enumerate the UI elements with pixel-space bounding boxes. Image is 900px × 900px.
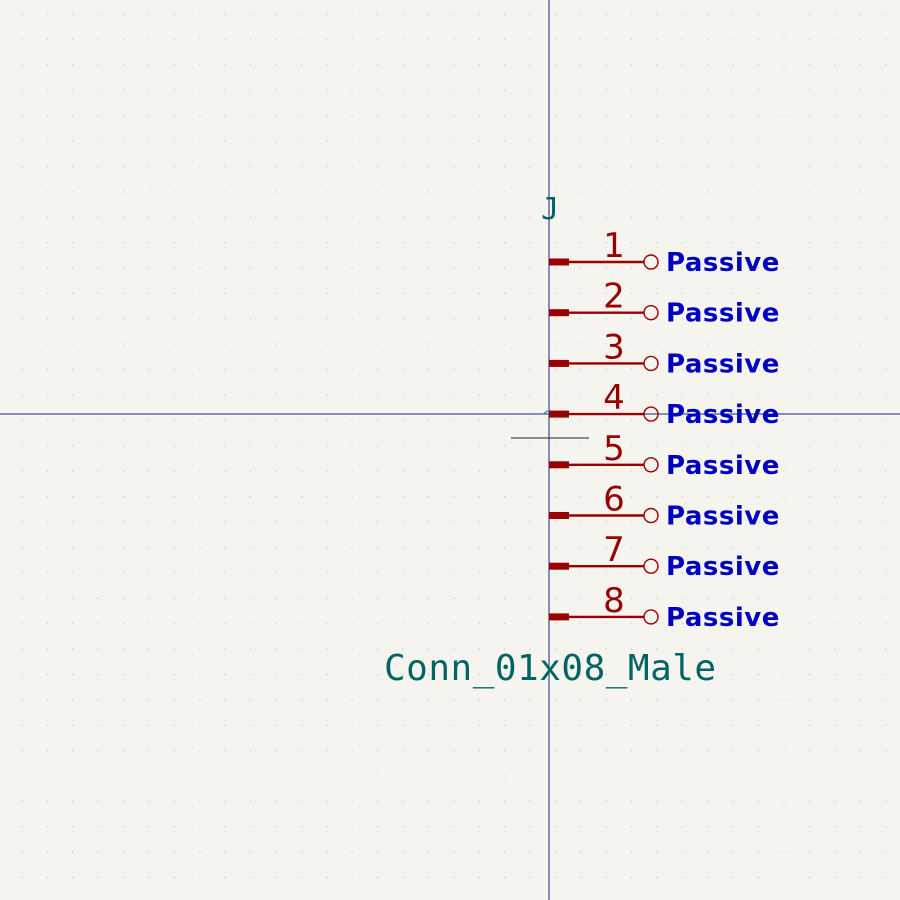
pin-number: 4 xyxy=(603,378,625,418)
pin-electrical-type: Passive xyxy=(666,400,780,430)
pin-number: 7 xyxy=(603,530,625,570)
pin-electrical-type: Passive xyxy=(666,349,780,379)
schematic-canvas[interactable]: J 1 Passive 2 Passive 3 Passive 4 Passive 5 Passi… xyxy=(0,0,900,900)
pin-body-stub xyxy=(549,359,569,367)
pin-body-stub xyxy=(549,512,569,519)
pin-electrical-type: Passive xyxy=(666,603,780,633)
pin-electrical-type: Passive xyxy=(666,502,780,532)
pin-electrical-type: Passive xyxy=(666,552,780,582)
pin-number: 3 xyxy=(603,327,625,367)
reference-designator[interactable]: J xyxy=(541,192,559,227)
symbol-value[interactable]: Conn_01x08_Male xyxy=(384,648,717,689)
pin-electrical-type: Passive xyxy=(666,451,780,481)
pin-body-stub xyxy=(549,562,569,570)
pin-body-stub xyxy=(549,410,569,418)
pin-number: 8 xyxy=(603,581,625,621)
pin-electrical-type: Passive xyxy=(666,299,780,329)
pin-number: 6 xyxy=(603,480,625,520)
pin-number: 2 xyxy=(603,277,625,317)
pin-number: 5 xyxy=(603,429,625,469)
pin-electrical-type: Passive xyxy=(666,248,780,278)
pin-body-stub xyxy=(549,461,569,469)
pin-body-stub xyxy=(549,309,569,317)
pin-number: 1 xyxy=(603,226,625,266)
pin-body-stub xyxy=(549,258,569,266)
pin-body-stub xyxy=(549,613,569,621)
